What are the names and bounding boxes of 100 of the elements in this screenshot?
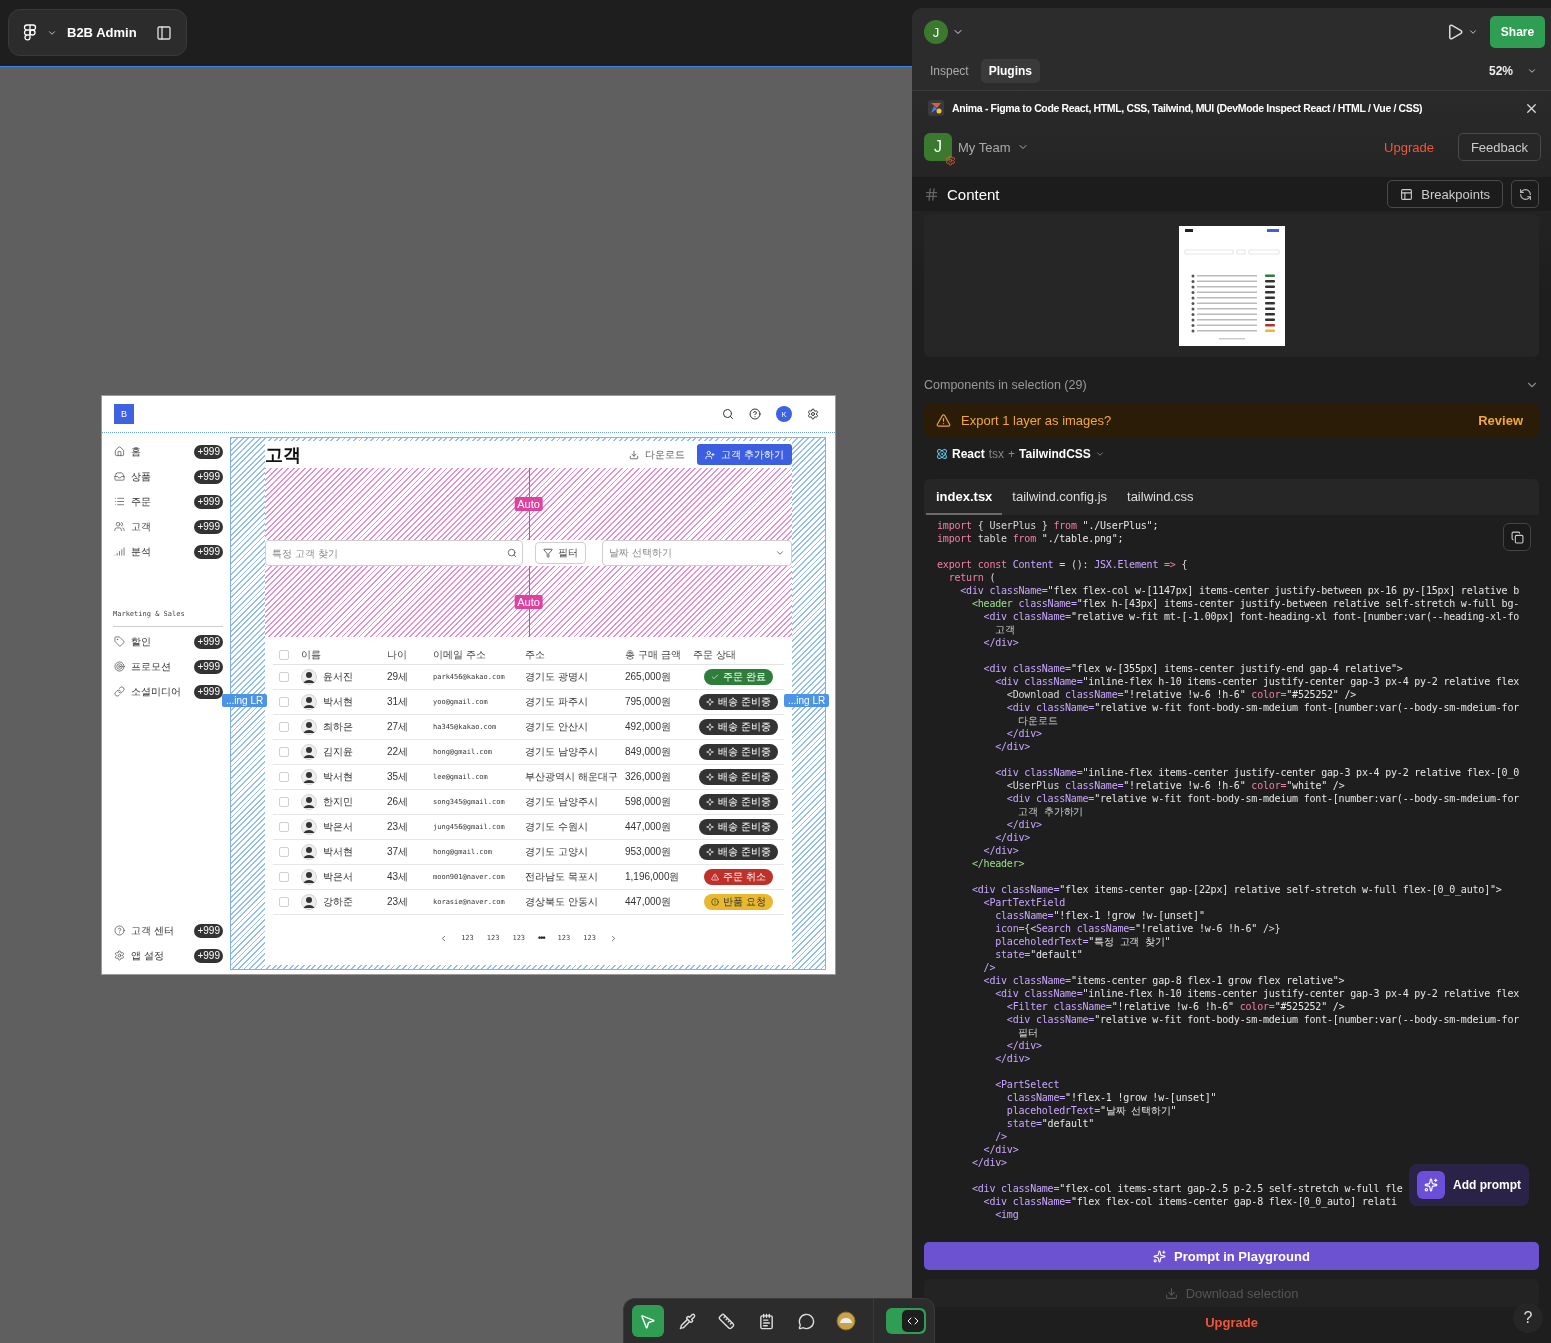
upgrade-link[interactable]: Upgrade xyxy=(1205,1314,1258,1330)
help-button[interactable]: ? xyxy=(1513,1303,1543,1333)
user-avatar[interactable]: J xyxy=(924,20,948,44)
nav-label[interactable]: 주문 xyxy=(131,494,189,509)
sidebar-toggle-icon[interactable] xyxy=(156,24,172,41)
nav-label[interactable]: 프로모션 xyxy=(131,659,189,674)
code-line: <div className="flex-col items-start gap-2.5 p-2.5 self-stretch w-full fle xyxy=(970,1182,1403,1195)
components-summary[interactable]: Components in selection (29) xyxy=(924,378,1087,392)
nav-label[interactable]: 상품 xyxy=(131,469,189,484)
table-cell-text: 1,196,000원 xyxy=(625,870,681,884)
nav-label[interactable]: 홈 xyxy=(131,444,189,459)
nav-label[interactable]: 앱 설정 xyxy=(131,948,189,963)
table-cell-text: 경기도 안산시 xyxy=(525,720,589,734)
file-tab[interactable]: tailwind.css xyxy=(1117,479,1204,515)
count-badge: +999 xyxy=(194,923,223,938)
count-badge: +999 xyxy=(194,659,223,674)
app-logo: B xyxy=(114,404,134,424)
column-header: 주소 xyxy=(525,647,546,662)
tab[interactable]: Inspect xyxy=(922,59,977,83)
code-line: <Download className="!relative !w-6 !h-6" color="#525252" /> xyxy=(1005,688,1357,701)
chevron-down-icon xyxy=(1094,449,1105,459)
playground-button[interactable]: Prompt in Playground xyxy=(924,1242,1539,1270)
search-icon[interactable] xyxy=(722,408,734,420)
team-name[interactable]: My Team xyxy=(958,139,1011,155)
checkbox[interactable] xyxy=(279,672,289,682)
code-line: import { UserPlus } from "./UserPlus"; xyxy=(937,519,1159,532)
settings-icon xyxy=(945,155,956,166)
auto-label: Auto xyxy=(514,497,543,511)
count-badge: +999 xyxy=(194,948,223,963)
code-line: </div> xyxy=(970,1156,1007,1169)
checkbox[interactable] xyxy=(279,697,289,707)
code-line: <div className="flex items-center gap-[22px] relative self-stretch w-full flex-[0_0_auto]"> xyxy=(970,883,1502,896)
filter-button[interactable]: 필터 xyxy=(535,542,586,564)
chevron-down-icon[interactable] xyxy=(1468,27,1478,37)
help-icon[interactable] xyxy=(749,408,761,420)
dev-mode-toggle[interactable] xyxy=(886,1308,926,1334)
user-plus-icon xyxy=(705,449,716,460)
status-icon xyxy=(706,798,715,806)
nav-label[interactable]: 할인 xyxy=(131,634,189,649)
checkbox[interactable] xyxy=(279,847,289,857)
plugin-logo-icon xyxy=(928,100,944,116)
code-line: state="default" xyxy=(994,948,1083,961)
file-tab[interactable]: tailwind.config.js xyxy=(1002,479,1117,515)
feedback-button[interactable]: Feedback xyxy=(1457,133,1541,161)
settings-icon[interactable] xyxy=(807,408,819,420)
code-line: 다운로드 xyxy=(1017,714,1058,727)
checkbox[interactable] xyxy=(279,797,289,807)
code-line: <div className="relative w-fit font-body-sm-mdeium font-[number:var(--body-sm-mdeium-for xyxy=(1005,792,1520,805)
checkbox[interactable] xyxy=(279,722,289,732)
code-line: <div className="flex w-[355px] items-center justify-end gap-4 relative"> xyxy=(982,662,1403,675)
section-title: Content xyxy=(947,185,1001,203)
code-line: </div> xyxy=(1005,727,1042,740)
chevron-down-icon[interactable] xyxy=(1527,66,1537,76)
status-icon xyxy=(711,898,720,906)
add-customer-button[interactable]: 고객 추가하기 xyxy=(697,444,792,465)
checkbox[interactable] xyxy=(279,649,289,660)
code-line: <div className="inline-flex h-10 items-center justify-center gap-3 px-4 py-2 relative flex xyxy=(994,675,1520,688)
nav-label[interactable]: 소셜미디어 xyxy=(131,684,189,699)
checkbox[interactable] xyxy=(279,822,289,832)
status-badge: 배송 준비중 xyxy=(699,819,778,835)
sparkles-icon xyxy=(1417,1171,1445,1199)
copy-icon xyxy=(1510,530,1524,544)
tool-button[interactable] xyxy=(632,1305,664,1337)
checkbox[interactable] xyxy=(279,772,289,782)
count-badge: +999 xyxy=(194,519,223,534)
download-icon xyxy=(629,449,640,460)
code-line: </div> xyxy=(982,1143,1019,1156)
nav-label[interactable]: 고객 센터 xyxy=(131,923,189,938)
avatar-icon xyxy=(301,844,317,860)
code-line: </div> xyxy=(994,831,1031,844)
status-icon xyxy=(706,748,715,756)
refresh-button[interactable] xyxy=(1511,180,1539,208)
status-badge: 주문 완료 xyxy=(704,669,773,685)
breakpoints-button[interactable]: Breakpoints xyxy=(1387,180,1503,208)
checkbox[interactable] xyxy=(279,872,289,882)
tab[interactable]: Plugins xyxy=(980,59,1041,83)
nav-label[interactable]: 고객 xyxy=(131,519,189,534)
download-button[interactable]: 다운로드 xyxy=(629,447,686,462)
review-link[interactable]: Review xyxy=(1478,412,1523,428)
table-cell-text: 경기도 파주시 xyxy=(525,695,589,709)
add-prompt-button[interactable]: Add prompt xyxy=(1409,1164,1529,1206)
table-cell: 박은서 xyxy=(323,870,353,884)
upgrade-link[interactable]: Upgrade xyxy=(1384,139,1434,155)
play-icon[interactable] xyxy=(1446,23,1464,41)
search-field[interactable]: 특정 고객 찾기 xyxy=(265,540,523,566)
zoom-level[interactable]: 52% xyxy=(1488,64,1513,78)
nav-label[interactable]: 분석 xyxy=(131,544,189,559)
code-line: export const Content = (): JSX.Element => { xyxy=(937,558,1188,571)
copy-button[interactable] xyxy=(1503,523,1531,551)
checkbox[interactable] xyxy=(279,747,289,757)
refresh-icon xyxy=(1518,187,1532,201)
status-badge: 배송 준비중 xyxy=(699,794,778,810)
column-header: 주문 상태 xyxy=(693,647,737,662)
date-select[interactable]: 날짜 선택하기 xyxy=(602,540,792,566)
table-cell-text: 경기도 남양주시 xyxy=(525,795,599,809)
column-header: 나이 xyxy=(387,647,408,662)
framework-selector[interactable]: React tsx + TailwindCSS xyxy=(912,437,1129,471)
status-icon xyxy=(711,873,720,881)
checkbox[interactable] xyxy=(279,897,289,907)
status-icon xyxy=(706,723,715,731)
